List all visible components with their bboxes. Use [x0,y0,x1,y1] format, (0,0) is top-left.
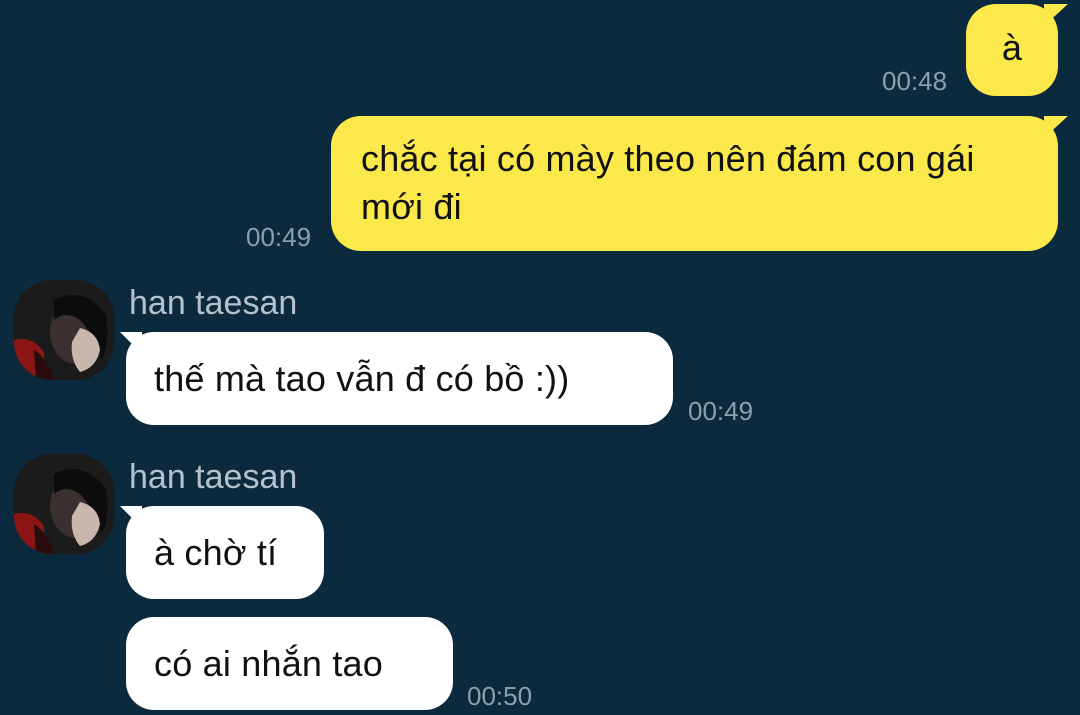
message-text: à chờ tí [154,532,278,573]
sender-avatar[interactable] [14,280,114,380]
incoming-message-bubble[interactable]: à chờ tí [126,506,324,599]
message-timestamp: 00:48 [882,66,948,96]
message-timestamp: 00:50 [467,681,533,711]
message-text: à [1001,27,1023,68]
message-text: chắc tại có mày theo nên đám con gái mới… [361,138,975,227]
profile-photo-icon [14,454,114,554]
message-text: thế mà tao vẫn đ có bồ :)) [154,358,570,399]
sender-name: han taesan [129,458,298,496]
incoming-message-bubble[interactable]: thế mà tao vẫn đ có bồ :)) [126,332,673,425]
outgoing-message-bubble[interactable]: chắc tại có mày theo nên đám con gái mới… [331,116,1058,251]
incoming-message-bubble[interactable]: có ai nhắn tao [126,617,453,710]
sender-name: han taesan [129,284,298,322]
message-timestamp: 00:49 [246,222,312,252]
sender-avatar[interactable] [14,454,114,554]
message-timestamp: 00:49 [688,396,754,426]
message-text: có ai nhắn tao [154,643,383,684]
chat-view: 00:48 à 00:49 chắc tại có mày theo nên đ… [0,0,1080,715]
profile-photo-icon [14,280,114,380]
